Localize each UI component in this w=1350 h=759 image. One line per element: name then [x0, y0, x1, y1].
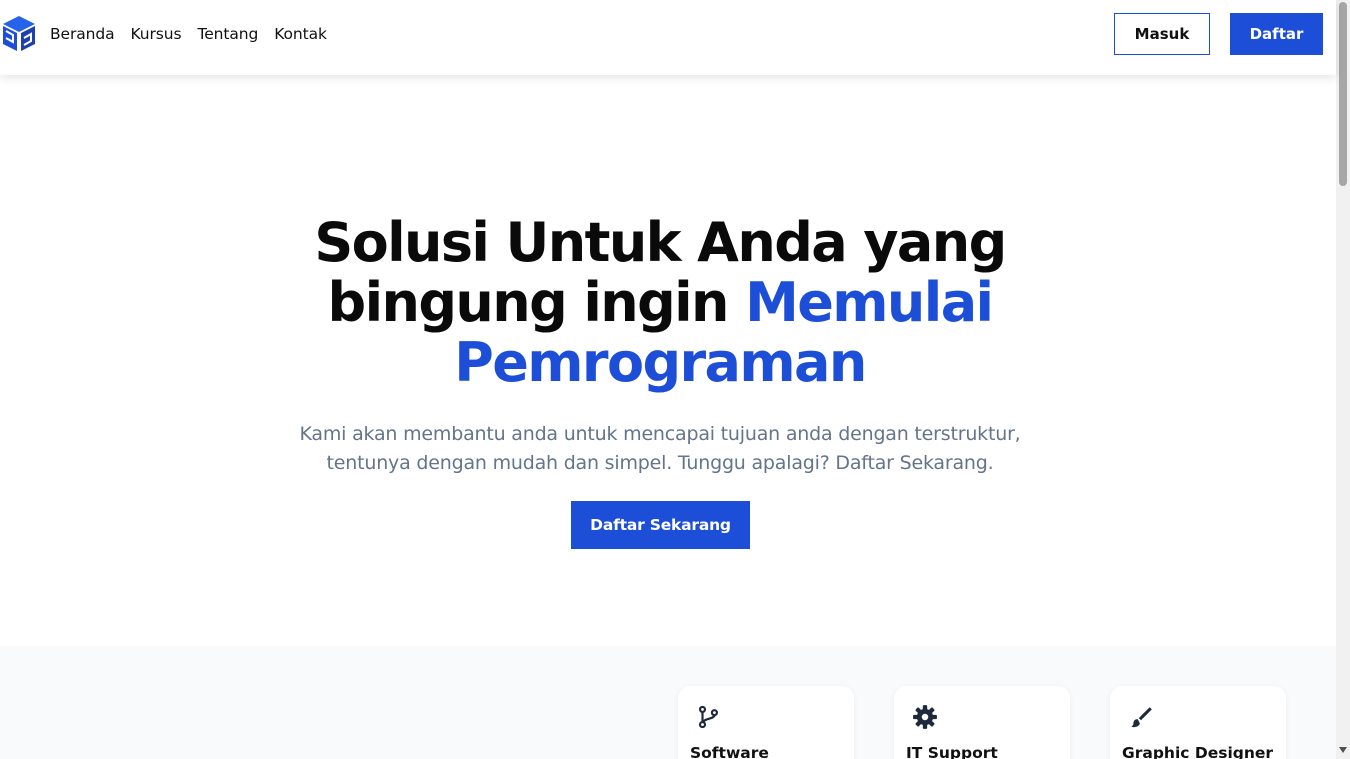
gear-icon	[913, 705, 937, 729]
hero-section: Solusi Untuk Anda yang bingung ingin Mem…	[0, 75, 1336, 646]
hero-title-line2: bingung ingin	[327, 271, 746, 334]
courses-section: Software IT Support Graphic Designer	[0, 646, 1336, 759]
course-card-graphic-designer[interactable]: Graphic Designer	[1110, 686, 1286, 759]
page: Beranda Kursus Tentang Kontak Masuk Daft…	[0, 0, 1350, 759]
hero-title-line1: Solusi Untuk Anda yang	[314, 211, 1007, 274]
vertical-scrollbar[interactable]	[1336, 0, 1350, 759]
hero-subtitle: Kami akan membantu anda untuk mencapai t…	[240, 420, 1080, 478]
hero-title-accent-2: Pemrograman	[454, 331, 867, 394]
cube-logo-icon[interactable]	[0, 14, 38, 54]
nav-link-kursus[interactable]: Kursus	[131, 25, 182, 43]
nav-link-beranda[interactable]: Beranda	[50, 25, 115, 43]
register-now-button[interactable]: Daftar Sekarang	[571, 501, 750, 549]
paint-brush-icon	[1131, 707, 1152, 728]
scroll-down-arrow-icon[interactable]	[1339, 747, 1347, 753]
login-button[interactable]: Masuk	[1114, 13, 1210, 55]
course-card-software[interactable]: Software	[678, 686, 854, 759]
course-title: IT Support	[906, 744, 998, 759]
git-branch-icon	[698, 705, 718, 729]
hero-subtitle-line1: Kami akan membantu anda untuk mencapai t…	[299, 423, 1021, 445]
course-card-it-support[interactable]: IT Support	[894, 686, 1070, 759]
hero-subtitle-line2: tentunya dengan mudah dan simpel. Tunggu…	[326, 452, 994, 474]
course-title: Software	[690, 744, 769, 759]
hero-title: Solusi Untuk Anda yang bingung ingin Mem…	[168, 213, 1152, 393]
navbar: Beranda Kursus Tentang Kontak Masuk Daft…	[0, 0, 1336, 75]
course-title: Graphic Designer	[1122, 744, 1274, 759]
hero-title-accent-1: Memulai	[745, 271, 994, 334]
nav-link-tentang[interactable]: Tentang	[197, 25, 258, 43]
register-button[interactable]: Daftar	[1230, 13, 1323, 55]
nav-link-kontak[interactable]: Kontak	[274, 25, 327, 43]
scrollbar-thumb[interactable]	[1339, 2, 1347, 186]
nav-links: Beranda Kursus Tentang Kontak	[50, 0, 327, 68]
